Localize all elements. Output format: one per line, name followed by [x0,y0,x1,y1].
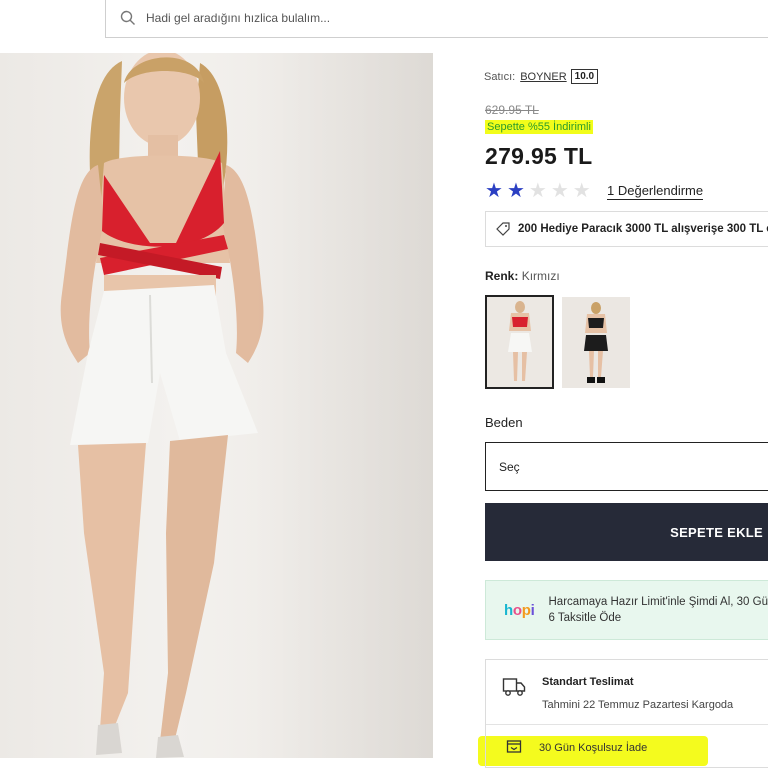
swatch-red-image [487,297,552,387]
star-empty-icon: ★ [550,180,569,202]
seller-label: Satıcı: [484,70,516,83]
search-icon [120,10,135,25]
seller-info: Satıcı: BOYNER 10.0 [484,69,599,84]
review-count-link[interactable]: 1 Değerlendirme [607,183,704,200]
hopi-logo: hopi [504,601,535,619]
truck-icon [502,678,526,696]
promo-text: 200 Hediye Paracık 3000 TL alışverişe 30… [518,223,768,235]
hopi-banner[interactable]: hopi Harcamaya Hazır Limit'inle Şimdi Al… [485,580,768,640]
delivery-title: Standart Teslimat [542,676,634,688]
size-select-value: Seç [499,459,520,474]
seller-link[interactable]: BOYNER [520,71,566,83]
swatch-black-image [562,297,630,388]
color-label: Renk: Kırmızı [485,269,560,283]
color-value: Kırmızı [521,269,560,283]
tag-icon [496,222,510,236]
discount-note: Sepette %55 İndirimli [485,120,593,134]
rating-stars: ★ ★ ★ ★ ★ [485,181,591,201]
star-empty-icon: ★ [572,180,591,202]
hopi-text: Harcamaya Hazır Limit'inle Şimdi Al, 30 … [549,594,768,626]
star-filled-icon: ★ [506,180,525,202]
star-empty-icon: ★ [528,180,547,202]
size-select[interactable]: Seç [485,442,768,491]
search-bar[interactable] [105,0,768,38]
search-input[interactable] [146,10,706,25]
add-to-cart-button[interactable]: SEPETE EKLE [485,503,768,561]
old-price: 629.95 TL [485,103,539,117]
color-label-key: Renk: [485,269,519,283]
hopi-line-2: 6 Taksitle Öde [548,612,622,624]
delivery-subtitle: Tahmini 22 Temmuz Pazartesi Kargoda [542,699,734,711]
delivery-row: Standart Teslimat Tahmini 22 Temmuz Paza… [486,660,768,725]
return-policy-text: 30 Gün Koşulsuz İade [539,742,648,754]
seller-score-badge: 10.0 [570,69,599,84]
current-price: 279.95 TL [485,143,593,169]
color-swatch-black[interactable] [562,297,630,388]
delivery-box: Standart Teslimat Tahmini 22 Temmuz Paza… [485,659,768,768]
star-filled-icon: ★ [485,180,503,202]
return-box-icon [506,740,522,753]
size-label: Beden [485,415,523,430]
promo-banner[interactable]: 200 Hediye Paracık 3000 TL alışverişe 30… [485,211,768,247]
product-image[interactable] [0,53,433,758]
color-swatch-selected[interactable] [485,295,554,389]
image-shadow [250,53,433,758]
hopi-line-1: Harcamaya Hazır Limit'inle Şimdi Al, 30 … [548,596,768,608]
